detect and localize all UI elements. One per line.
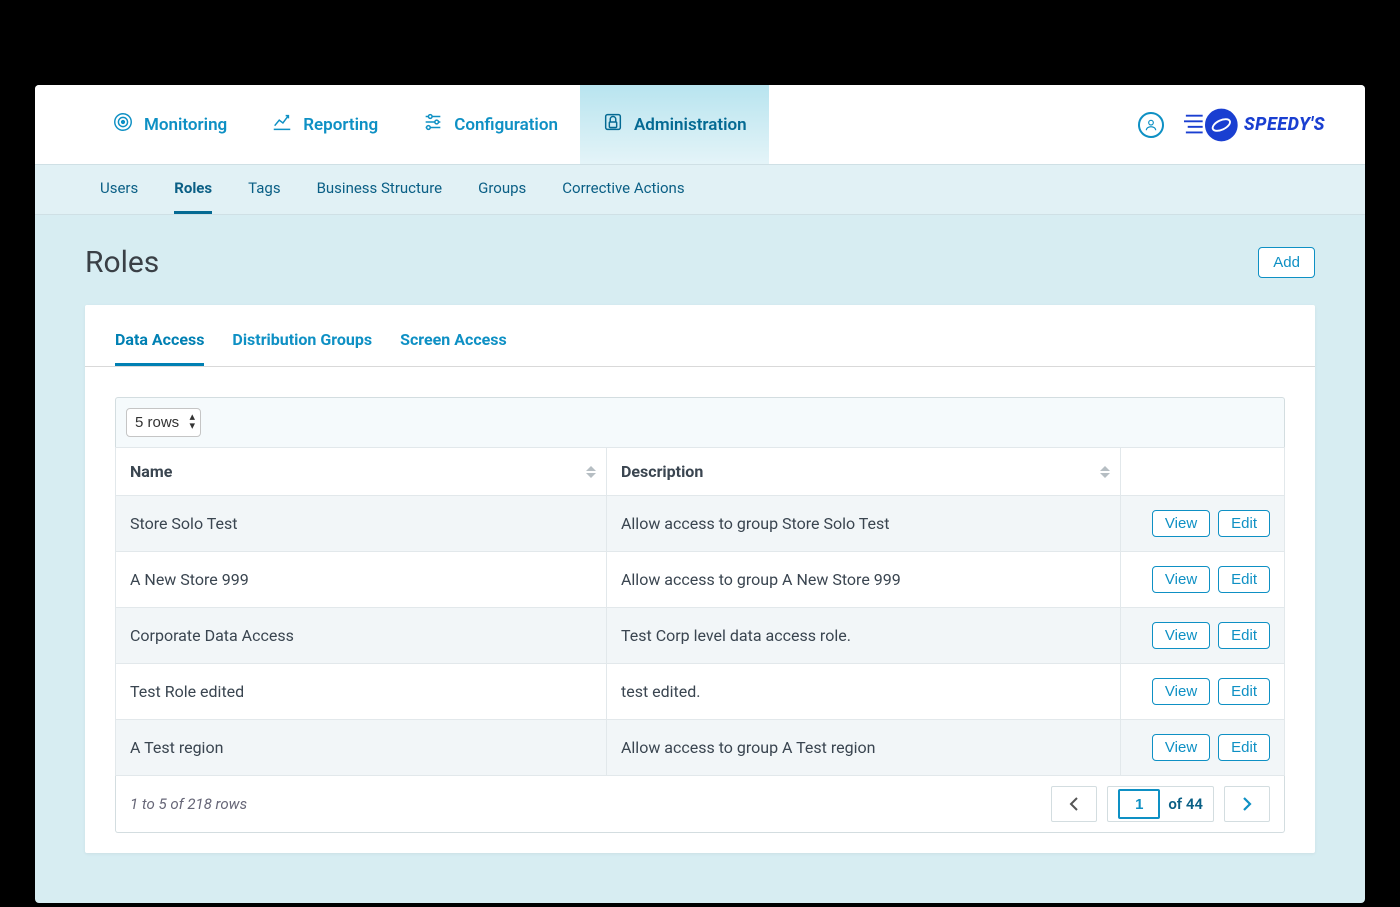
nav-administration[interactable]: Administration xyxy=(580,85,769,164)
view-button[interactable]: View xyxy=(1152,734,1210,761)
view-button[interactable]: View xyxy=(1152,622,1210,649)
app-window: Monitoring Reporting Configuration Admin… xyxy=(35,85,1365,903)
cell-description: Test Corp level data access role. xyxy=(606,608,1120,664)
user-icon[interactable] xyxy=(1138,112,1164,138)
brand-logo: SPEEDY'S xyxy=(1184,104,1325,146)
view-button[interactable]: View xyxy=(1152,678,1210,705)
page-header: Roles Add xyxy=(85,245,1315,280)
view-button[interactable]: View xyxy=(1152,510,1210,537)
subnav-corrective-actions[interactable]: Corrective Actions xyxy=(562,165,684,214)
column-header-description[interactable]: Description xyxy=(606,448,1120,496)
page-title: Roles xyxy=(85,245,159,280)
edit-button[interactable]: Edit xyxy=(1218,678,1270,705)
cell-description: Allow access to group A New Store 999 xyxy=(606,552,1120,608)
edit-button[interactable]: Edit xyxy=(1218,566,1270,593)
cell-description: test edited. xyxy=(606,664,1120,720)
page-indicator: of 44 xyxy=(1107,786,1214,822)
nav-label: Monitoring xyxy=(144,115,227,135)
table-toolbar: 5 rows ▴▾ xyxy=(115,397,1285,447)
topnav-right: SPEEDY'S xyxy=(1138,104,1365,146)
subnav-groups[interactable]: Groups xyxy=(478,165,526,214)
table-row: A Test region Allow access to group A Te… xyxy=(116,720,1285,776)
cell-name: Store Solo Test xyxy=(116,496,607,552)
primary-nav: Monitoring Reporting Configuration Admin… xyxy=(35,85,1365,165)
cell-name: A Test region xyxy=(116,720,607,776)
table-footer: 1 to 5 of 218 rows of 44 xyxy=(115,776,1285,833)
cell-description: Allow access to group A Test region xyxy=(606,720,1120,776)
target-icon xyxy=(112,111,134,138)
cell-name: Corporate Data Access xyxy=(116,608,607,664)
next-page-button[interactable] xyxy=(1224,786,1270,822)
subnav-business-structure[interactable]: Business Structure xyxy=(317,165,443,214)
secondary-nav: Users Roles Tags Business Structure Grou… xyxy=(35,165,1365,215)
table-container: 5 rows ▴▾ Name Description xyxy=(85,367,1315,833)
nav-configuration[interactable]: Configuration xyxy=(400,85,580,164)
sort-icon xyxy=(586,466,596,478)
page-body: Roles Add Data Access Distribution Group… xyxy=(35,215,1365,903)
nav-label: Administration xyxy=(634,115,747,135)
rows-per-page-select[interactable]: 5 rows xyxy=(126,408,201,437)
cell-description: Allow access to group Store Solo Test xyxy=(606,496,1120,552)
view-button[interactable]: View xyxy=(1152,566,1210,593)
chart-line-icon xyxy=(271,111,293,138)
chevron-right-icon xyxy=(1242,797,1252,811)
column-header-actions xyxy=(1121,448,1285,496)
subnav-tags[interactable]: Tags xyxy=(248,165,280,214)
column-header-name[interactable]: Name xyxy=(116,448,607,496)
roles-card: Data Access Distribution Groups Screen A… xyxy=(85,305,1315,853)
nav-label: Configuration xyxy=(454,115,558,135)
table-row: A New Store 999 Allow access to group A … xyxy=(116,552,1285,608)
sliders-icon xyxy=(422,111,444,138)
sort-icon xyxy=(1100,466,1110,478)
table-row: Test Role edited test edited. View Edit xyxy=(116,664,1285,720)
chevron-left-icon xyxy=(1069,797,1079,811)
tab-data-access[interactable]: Data Access xyxy=(115,330,204,366)
cell-name: Test Role edited xyxy=(116,664,607,720)
edit-button[interactable]: Edit xyxy=(1218,734,1270,761)
page-number-input[interactable] xyxy=(1118,789,1160,819)
nav-label: Reporting xyxy=(303,115,378,135)
nav-monitoring[interactable]: Monitoring xyxy=(90,85,249,164)
table-row: Corporate Data Access Test Corp level da… xyxy=(116,608,1285,664)
nav-reporting[interactable]: Reporting xyxy=(249,85,400,164)
page-total-label: of 44 xyxy=(1168,795,1203,813)
table-row: Store Solo Test Allow access to group St… xyxy=(116,496,1285,552)
row-range-text: 1 to 5 of 218 rows xyxy=(130,795,247,813)
rows-select-wrap: 5 rows ▴▾ xyxy=(126,408,201,437)
roles-table: Name Description Store Solo xyxy=(115,447,1285,776)
cell-name: A New Store 999 xyxy=(116,552,607,608)
lock-icon xyxy=(602,111,624,138)
add-button[interactable]: Add xyxy=(1258,247,1315,278)
tab-distribution-groups[interactable]: Distribution Groups xyxy=(232,330,372,366)
tab-screen-access[interactable]: Screen Access xyxy=(400,330,507,366)
subnav-users[interactable]: Users xyxy=(100,165,138,214)
pagination: of 44 xyxy=(1051,786,1270,822)
edit-button[interactable]: Edit xyxy=(1218,622,1270,649)
brand-name: SPEEDY'S xyxy=(1244,114,1325,135)
prev-page-button[interactable] xyxy=(1051,786,1097,822)
edit-button[interactable]: Edit xyxy=(1218,510,1270,537)
inner-tabs: Data Access Distribution Groups Screen A… xyxy=(85,330,1315,367)
subnav-roles[interactable]: Roles xyxy=(174,165,212,214)
